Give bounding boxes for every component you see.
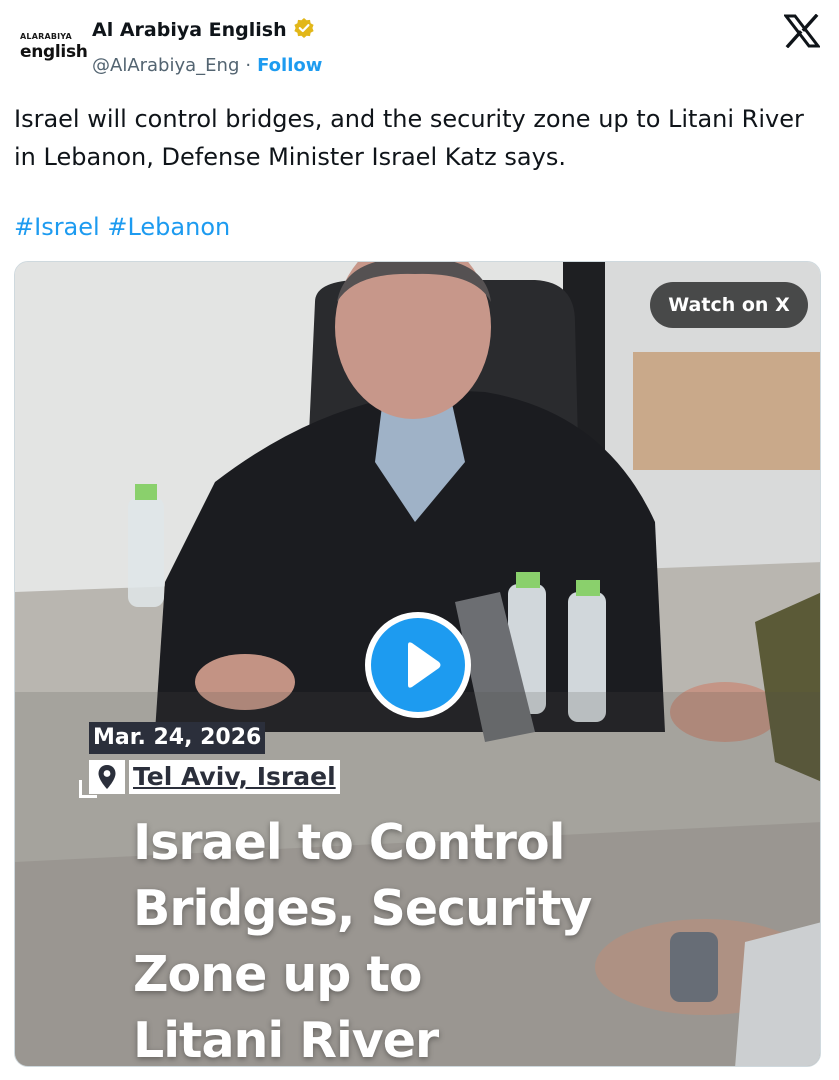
video-headline: Israel to Control Bridges, Security Zone…: [133, 810, 693, 1067]
play-icon: [371, 618, 465, 712]
follow-button[interactable]: Follow: [257, 55, 322, 76]
location-pin-icon: [89, 760, 125, 794]
display-name[interactable]: Al Arabiya English: [92, 19, 287, 41]
location-text: Tel Aviv, Israel: [129, 760, 340, 794]
headline-line: Zone up to: [133, 946, 422, 1003]
verified-badge-icon: [293, 17, 315, 43]
name-row: Al Arabiya English: [92, 16, 315, 44]
handle-row: @AlArabiya_Eng · Follow: [92, 52, 322, 78]
tweet-text: Israel will control bridges, and the sec…: [14, 105, 804, 171]
avatar-text-line2: english: [20, 42, 88, 62]
video-date-label: Mar. 24, 2026: [89, 722, 266, 754]
hashtags: #Israel #Lebanon: [14, 208, 230, 246]
headline-line: Litani River: [133, 1012, 439, 1067]
avatar[interactable]: ALARABIYA english: [14, 16, 88, 68]
hashtag-israel[interactable]: #Israel: [14, 213, 100, 241]
tweet-header: ALARABIYA english Al Arabiya English @Al…: [0, 0, 839, 90]
headline-line: Bridges, Security: [133, 880, 592, 937]
account-handle[interactable]: @AlArabiya_Eng: [92, 55, 239, 76]
watch-on-x-button[interactable]: Watch on X: [650, 282, 808, 328]
hashtag-lebanon[interactable]: #Lebanon: [107, 213, 230, 241]
play-button[interactable]: [365, 612, 471, 718]
headline-line: Israel to Control: [133, 814, 565, 871]
avatar-text-line1: ALARABIYA: [20, 32, 72, 41]
separator-dot: ·: [245, 54, 252, 76]
video-thumbnail[interactable]: Watch on X Mar. 24, 2026 Tel Aviv, Israe…: [14, 261, 821, 1067]
x-logo-icon[interactable]: [782, 13, 822, 49]
